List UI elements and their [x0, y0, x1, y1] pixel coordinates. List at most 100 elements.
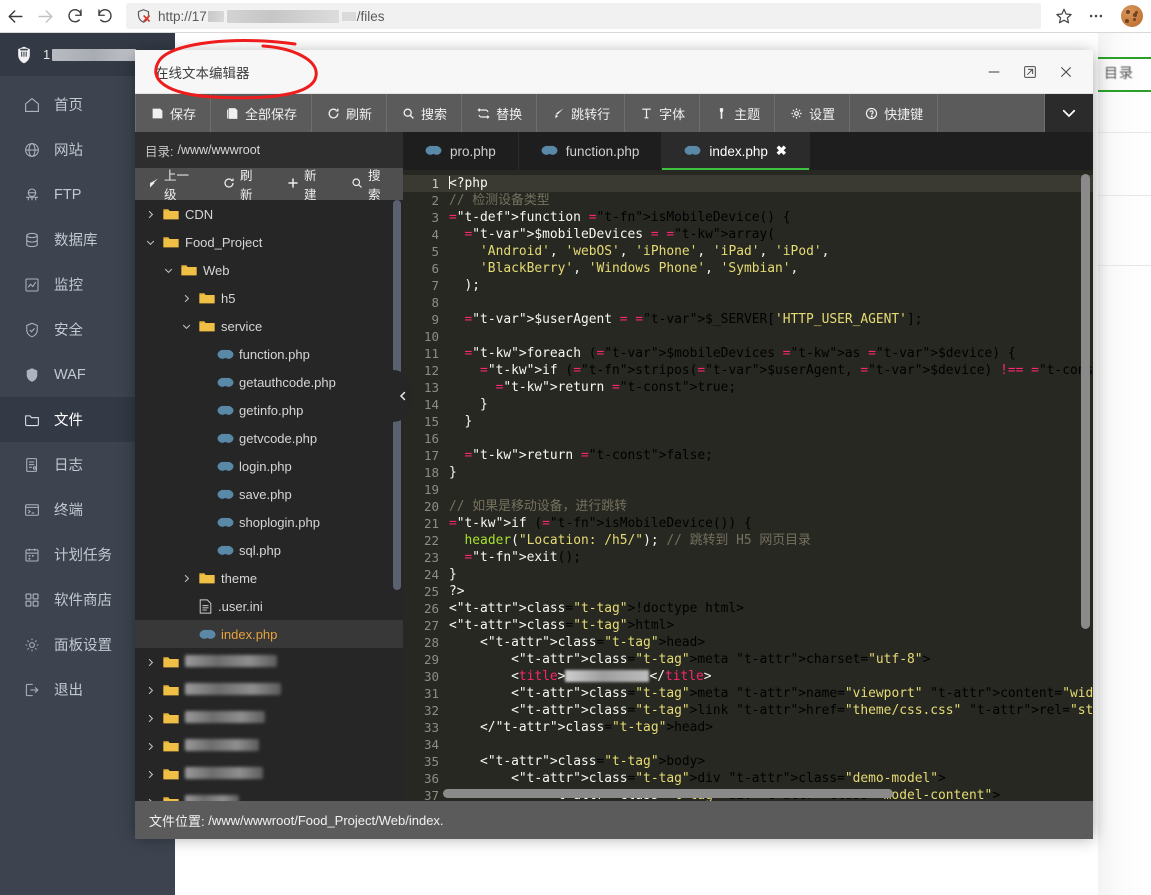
folder-icon — [199, 572, 215, 585]
status-value: /www/wwwroot/Food_Project/Web/index. — [208, 812, 444, 828]
chevron-down-icon[interactable] — [161, 266, 175, 275]
tree-node[interactable]: getvcode.php — [135, 424, 403, 452]
tree-node-label: save.php — [239, 486, 292, 502]
editor-horizontal-scrollbar[interactable] — [443, 789, 893, 798]
tree-node[interactable]: theme — [135, 564, 403, 592]
arrow-up-level-icon — [147, 177, 159, 192]
tree-node[interactable]: getinfo.php — [135, 396, 403, 424]
php-elephant-icon — [217, 516, 234, 528]
save-button[interactable]: 保存 — [135, 94, 212, 132]
chevron-right-icon[interactable] — [143, 210, 157, 219]
search-button[interactable]: 搜索 — [387, 94, 463, 132]
sidebar-label: 数据库 — [54, 233, 98, 249]
tree-node[interactable]: login.php — [135, 452, 403, 480]
tab-close-icon[interactable]: ✖ — [776, 143, 787, 159]
code-content[interactable]: <?php// 检测设备类型 ="t-def">function ="t-fn">… — [443, 170, 1093, 801]
ftp-icon — [22, 185, 41, 204]
toolbar-label: 设置 — [809, 106, 836, 122]
dialog-titlebar: 在线文本编辑器 — [135, 39, 1093, 100]
chevron-right-icon[interactable] — [143, 770, 157, 779]
tree-node-selected[interactable]: index.php — [135, 620, 403, 648]
tree-node-label — [185, 710, 265, 726]
search-tree-button[interactable]: 搜索 — [339, 165, 403, 203]
forward-icon[interactable] — [30, 1, 60, 31]
line-number: 37▼ — [403, 787, 450, 801]
tree-node[interactable]: CDN — [135, 200, 403, 228]
code-editor[interactable]: 123▼4▼567891011▼12▼131415161718192021▼22… — [403, 170, 1093, 801]
tree-node[interactable]: shoplogin.php — [135, 508, 403, 536]
chevron-right-icon[interactable] — [143, 742, 157, 751]
chevron-down-icon[interactable] — [1045, 94, 1093, 132]
tree-node[interactable]: h5 — [135, 284, 403, 312]
goto-line-button[interactable]: 跳转行 — [537, 94, 626, 132]
goto-line-icon — [551, 106, 565, 120]
tree-node[interactable]: Food_Project — [135, 228, 403, 256]
address-bar[interactable]: http://17/files — [126, 3, 1041, 29]
replace-button[interactable]: 替换 — [462, 94, 538, 132]
history-back-icon[interactable] — [90, 1, 120, 31]
refresh-tree-button[interactable]: 刷新 — [211, 165, 275, 203]
profile-avatar-icon[interactable] — [1121, 5, 1143, 27]
line-number: 11▼ — [403, 345, 450, 362]
folder-icon — [22, 410, 41, 429]
save-all-button[interactable]: 全部保存 — [211, 94, 313, 132]
tree-node-label — [185, 766, 263, 782]
tree-node[interactable]: service — [135, 312, 403, 340]
php-elephant-icon — [217, 348, 234, 360]
editor-vertical-scrollbar[interactable] — [1081, 174, 1090, 629]
refresh-button[interactable]: 刷新 — [312, 94, 388, 132]
tool-label: 搜索 — [367, 169, 381, 202]
star-icon[interactable] — [1049, 1, 1079, 31]
editor-tab[interactable]: function.php — [519, 132, 663, 170]
chevron-right-icon[interactable] — [179, 574, 193, 583]
line-number: 10 — [423, 329, 439, 344]
search-icon — [401, 106, 415, 120]
tree-node[interactable]: .user.ini — [135, 592, 403, 620]
tree-node[interactable]: sql.php — [135, 536, 403, 564]
chevron-right-icon[interactable] — [143, 798, 157, 801]
chevron-right-icon[interactable] — [143, 686, 157, 695]
new-file-button[interactable]: 新建 — [275, 165, 339, 203]
line-number: 26 — [423, 601, 439, 616]
tree-node[interactable] — [135, 732, 403, 760]
tree-node[interactable]: Web — [135, 256, 403, 284]
maximize-button[interactable] — [1019, 61, 1041, 83]
editor-toolbar: 保存 全部保存 刷新 搜索 替换 跳转行 字体 主题 设置 快捷键 — [135, 94, 1093, 132]
back-icon[interactable] — [0, 1, 30, 31]
font-button[interactable]: 字体 — [625, 94, 701, 132]
directory-path-value: /www/wwwroot — [177, 143, 261, 157]
refresh-icon — [326, 106, 340, 120]
close-button[interactable] — [1055, 61, 1077, 83]
settings-button[interactable]: 设置 — [775, 94, 851, 132]
chevron-right-icon[interactable] — [143, 714, 157, 723]
reload-icon[interactable] — [60, 1, 90, 31]
php-elephant-icon — [217, 488, 234, 500]
save-all-icon — [225, 106, 239, 120]
tree-node[interactable] — [135, 704, 403, 732]
line-number: 19 — [423, 482, 439, 497]
theme-button[interactable]: 主题 — [700, 94, 776, 132]
chevron-right-icon[interactable] — [179, 294, 193, 303]
chevron-down-icon[interactable] — [143, 238, 157, 247]
chevron-right-icon[interactable] — [143, 658, 157, 667]
tree-node[interactable] — [135, 760, 403, 788]
more-dots-icon[interactable] — [1081, 1, 1111, 31]
line-number: 4▼ — [403, 226, 450, 243]
code-line: <"t-attr">class="t-tag">html> — [449, 618, 675, 633]
tree-node[interactable] — [135, 676, 403, 704]
editor-tab[interactable]: pro.php — [403, 132, 519, 170]
file-tree-list[interactable]: CDN Food_Project Web h5 service function.php g… — [135, 200, 403, 801]
tree-node[interactable]: save.php — [135, 480, 403, 508]
tree-node[interactable]: getauthcode.php — [135, 368, 403, 396]
sidebar-label: FTP — [54, 186, 82, 203]
minimize-button[interactable] — [983, 61, 1005, 83]
tree-node[interactable] — [135, 788, 403, 801]
editor-tab[interactable]: index.php ✖ — [662, 132, 810, 170]
sidebar-label: 监控 — [54, 278, 83, 294]
parent-dir-button[interactable]: 上一级 — [135, 165, 211, 203]
shortcuts-button[interactable]: 快捷键 — [850, 94, 939, 132]
background-green-line-top — [1098, 57, 1151, 59]
chevron-down-icon[interactable] — [179, 322, 193, 331]
tree-node[interactable]: function.php — [135, 340, 403, 368]
tree-node[interactable] — [135, 648, 403, 676]
